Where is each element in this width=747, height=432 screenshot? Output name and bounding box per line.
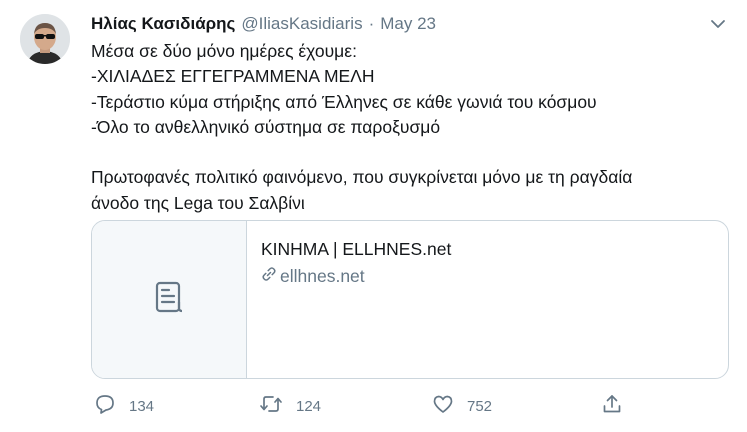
tweet-line: άνοδο της Lega του Σαλβίνι (91, 192, 305, 213)
tweet-line: -Όλο το ανθελληνικό σύστημα σε παροξυσμό (91, 116, 441, 137)
card-title: ΚΙΝΗΜΑ | ELLHNES.net (261, 239, 452, 259)
tweet-line: Μέσα σε δύο μόνο ημέρες έχουμε: (91, 41, 357, 61)
like-button[interactable]: 752 (432, 390, 492, 422)
card-domain: ellhnes.net (280, 265, 365, 286)
tweet-date[interactable]: May 23 (380, 14, 436, 34)
tweet-text: Μέσα σε δύο μόνο ημέρες έχουμε: -ΧΙΛΙΑΔΕ… (91, 39, 731, 216)
heart-icon (432, 393, 454, 419)
header-separator: · (368, 14, 375, 33)
tweet-line (91, 140, 731, 165)
reply-button[interactable]: 134 (94, 390, 154, 422)
retweet-button[interactable]: 124 (259, 390, 321, 422)
retweet-count: 124 (296, 397, 322, 415)
tweet-actions: 134 124 752 (0, 390, 747, 422)
link-icon (261, 266, 280, 287)
reply-icon (94, 393, 116, 419)
author-handle[interactable]: @IliasKasidiaris (241, 14, 362, 34)
tweet-line: -ΧΙΛΙΑΔΕΣ ΕΓΓΕΓΡΑΜΜΕΝΑ ΜΕΛΗ (91, 66, 375, 87)
tweet-line: Πρωτοφανές πολιτικό φαινόμενο, που συγκρ… (91, 167, 633, 188)
author-avatar[interactable] (20, 14, 70, 64)
share-button[interactable] (601, 390, 623, 422)
reply-count: 134 (129, 397, 155, 415)
document-icon (152, 280, 186, 319)
card-thumbnail (92, 221, 247, 378)
share-icon (601, 393, 623, 419)
tweet-line: -Τεράστιο κύμα στήριξης από Έλληνες σε κ… (91, 91, 597, 112)
author-name[interactable]: Ηλίας Κασιδιάρης (91, 14, 235, 34)
like-count: 752 (467, 397, 493, 415)
link-preview-card[interactable]: ΚΙΝΗΜΑ | ELLHNES.net ellhnes.net (91, 220, 729, 379)
retweet-icon (259, 393, 283, 419)
chevron-down-icon[interactable] (708, 14, 728, 34)
tweet-header: Ηλίας Κασιδιάρης @IliasKasidiaris · May … (91, 12, 436, 36)
